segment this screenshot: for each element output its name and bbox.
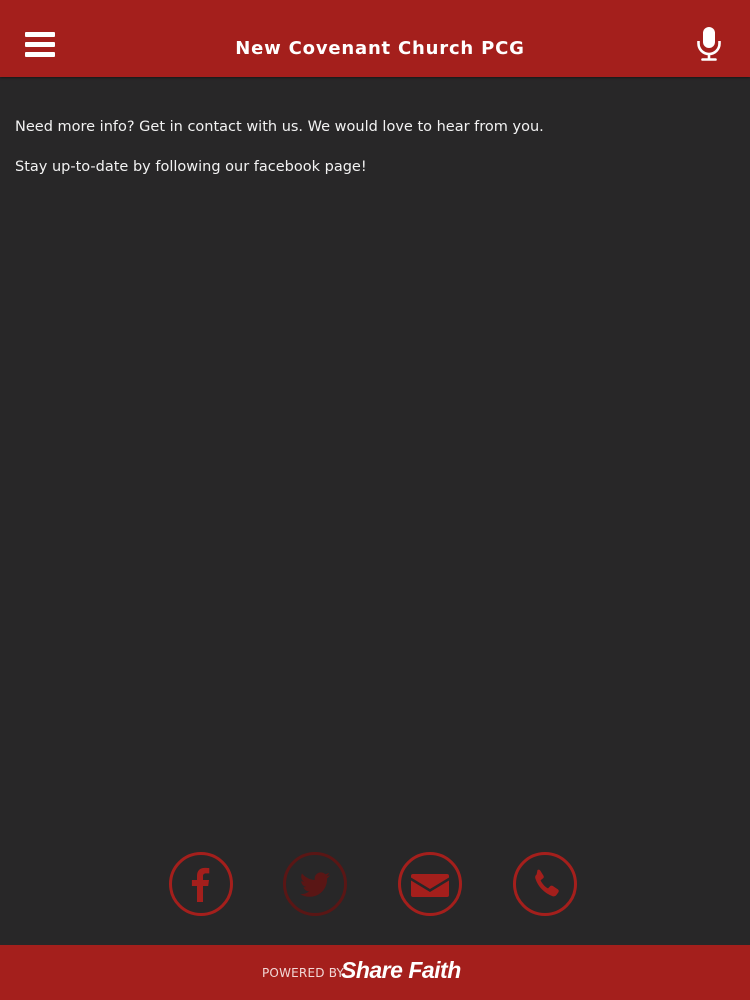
- powered-by-label: POWERED BY: [262, 966, 345, 980]
- app-header: New Covenant Church PCG: [0, 0, 750, 77]
- microphone-icon: [697, 27, 721, 61]
- facebook-icon: [191, 867, 210, 902]
- phone-button[interactable]: [513, 852, 577, 916]
- page-title: New Covenant Church PCG: [235, 38, 525, 59]
- facebook-button[interactable]: [169, 852, 233, 916]
- twitter-button[interactable]: [283, 852, 347, 916]
- contact-info-text: Need more info? Get in contact with us. …: [15, 119, 544, 135]
- microphone-button[interactable]: [693, 26, 725, 62]
- facebook-follow-text: Stay up-to-date by following our faceboo…: [15, 159, 367, 175]
- social-links: [169, 852, 589, 922]
- app-footer: POWERED BY Share Faith: [0, 945, 750, 1000]
- email-icon: [411, 874, 449, 897]
- sharefaith-logo[interactable]: Share Faith: [341, 957, 461, 984]
- twitter-icon: [300, 872, 331, 897]
- phone-icon: [535, 869, 559, 897]
- contact-content: Need more info? Get in contact with us. …: [15, 117, 735, 197]
- email-button[interactable]: [398, 852, 462, 916]
